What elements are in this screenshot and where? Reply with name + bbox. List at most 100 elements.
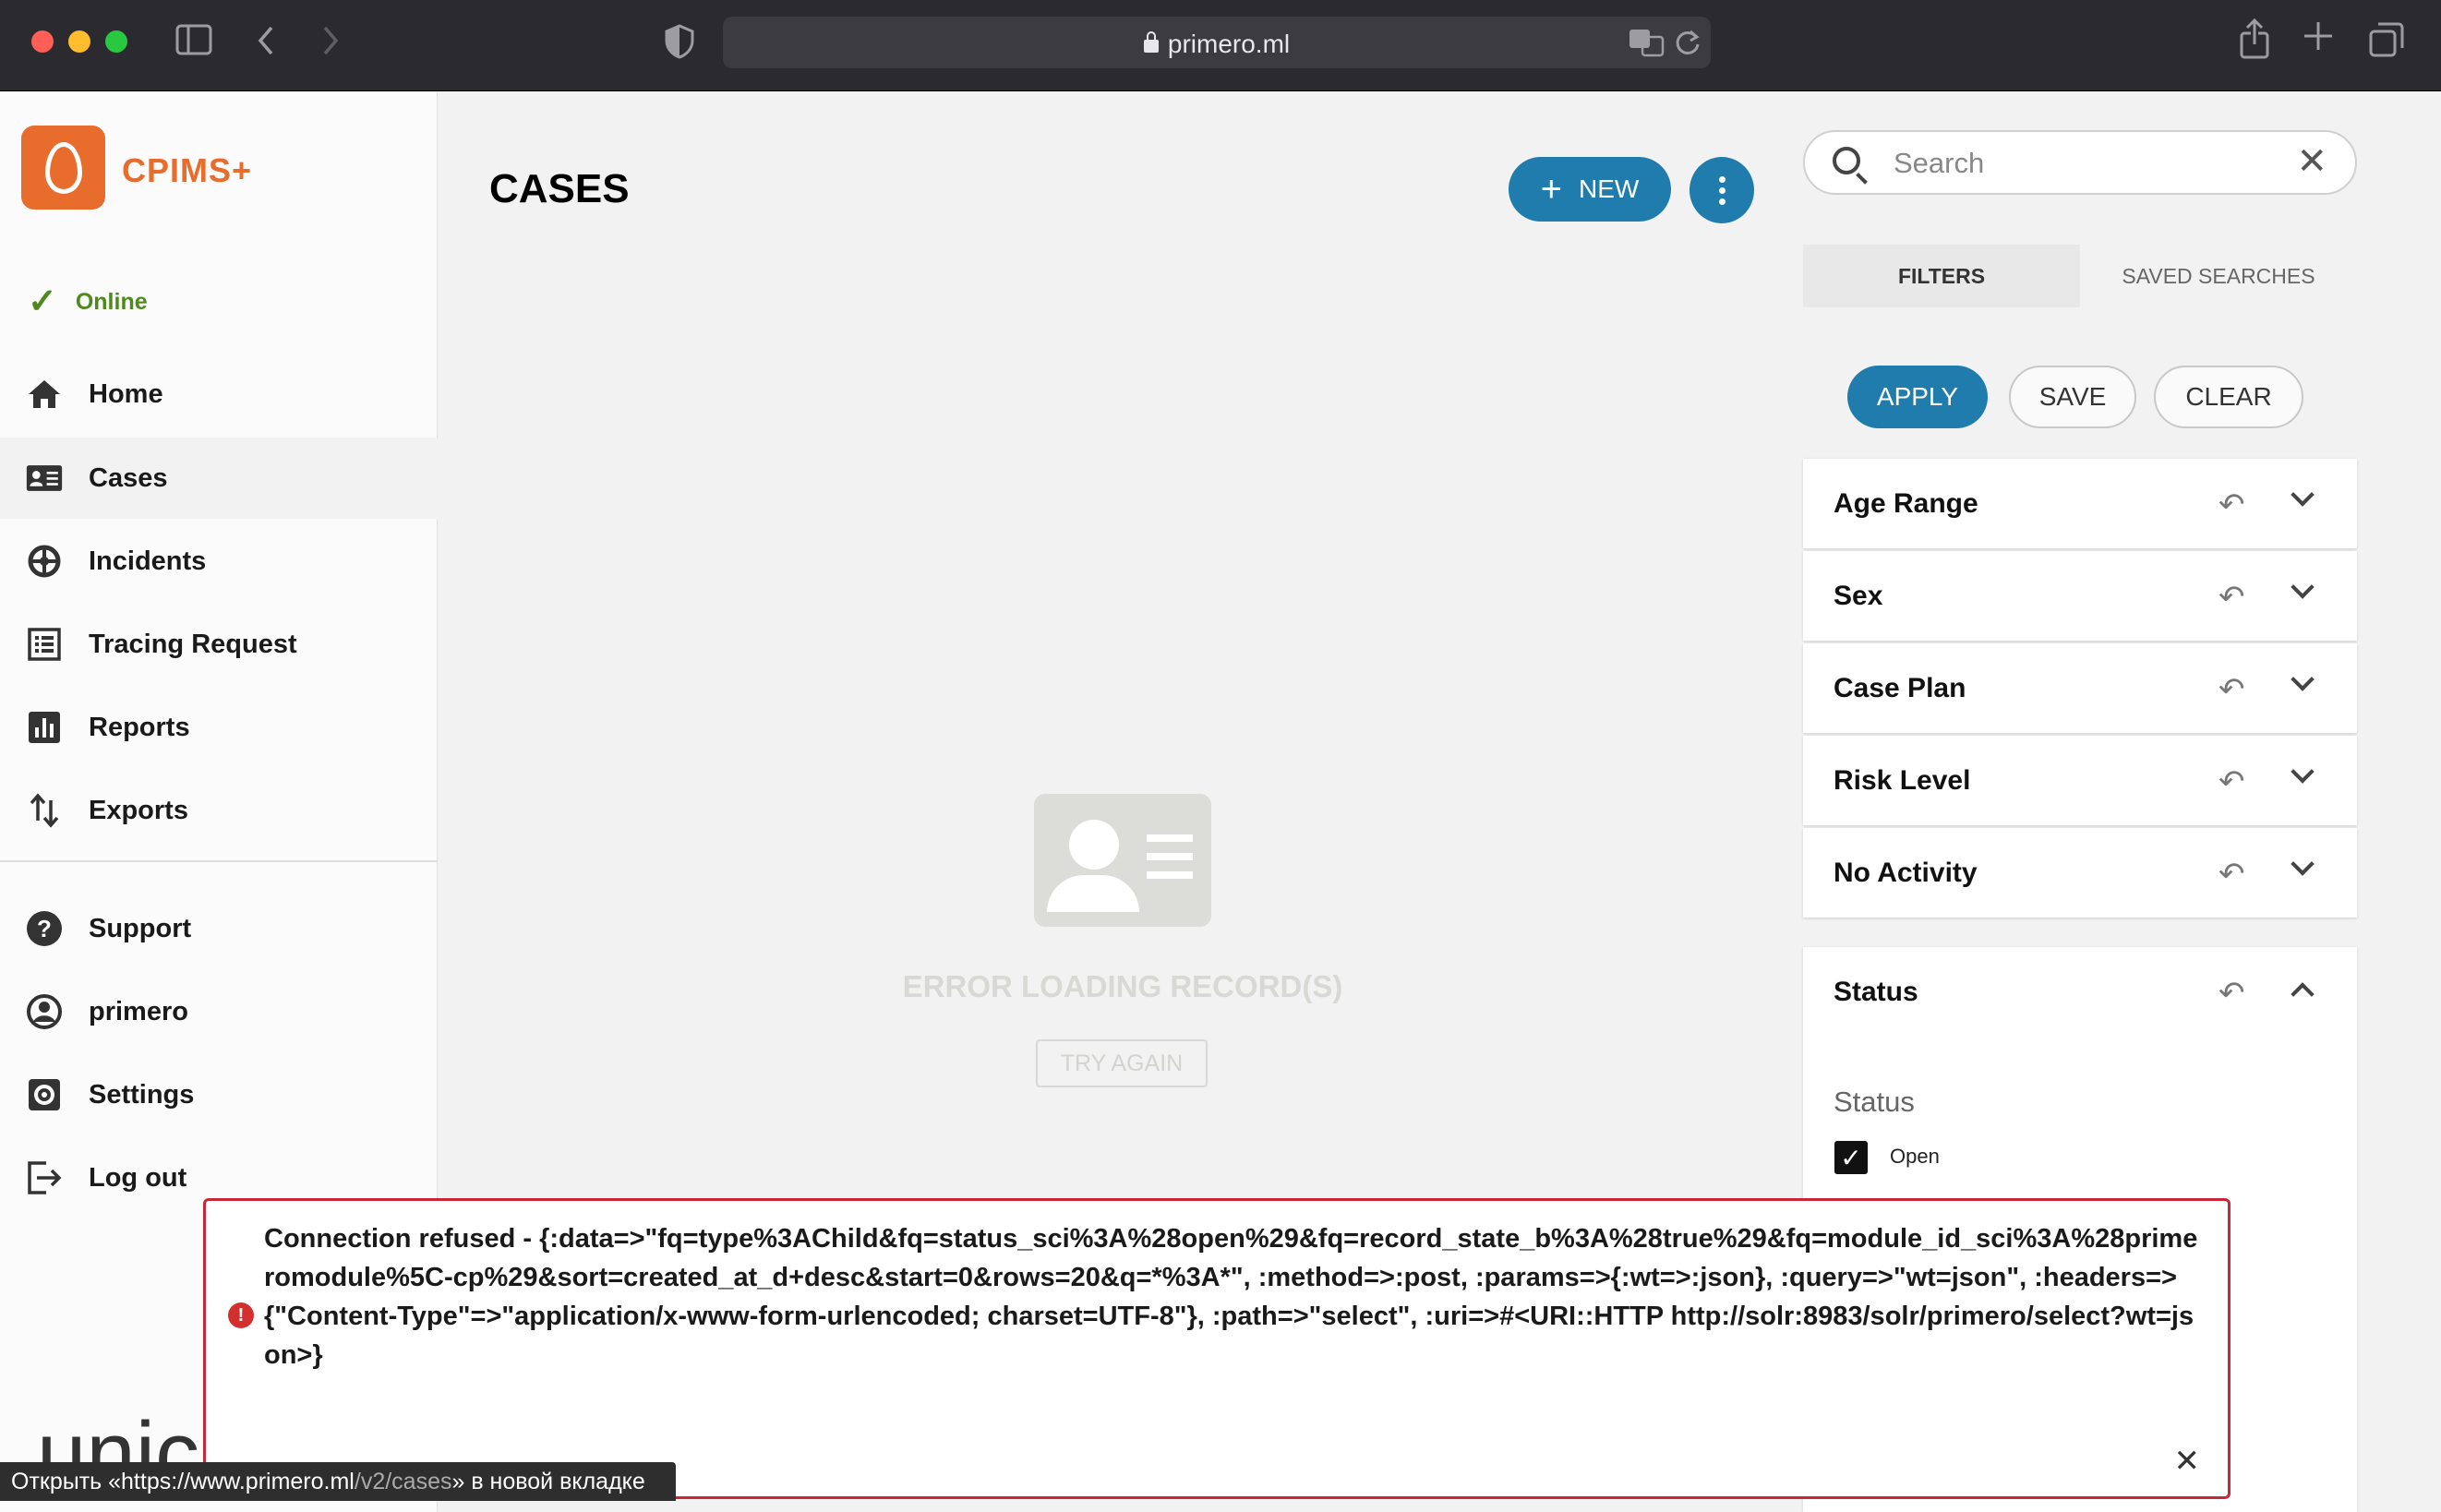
filter-no-activity[interactable]: No Activity ↶ — [1803, 828, 2357, 918]
id-card-placeholder-icon — [1034, 794, 1211, 927]
sidebar-item-cases[interactable]: Cases — [0, 438, 438, 519]
home-icon — [26, 376, 63, 413]
page-title: CASES — [489, 166, 630, 211]
gear-icon — [26, 1076, 63, 1113]
more-actions-button[interactable] — [1689, 157, 1754, 223]
url-text: primero.ml — [1167, 30, 1291, 58]
incidents-icon — [26, 543, 63, 580]
chevron-down-icon[interactable] — [2291, 760, 2315, 784]
sidebar-item-label: Tracing Request — [89, 629, 297, 659]
apply-button[interactable]: APPLY — [1847, 366, 1988, 428]
privacy-shield-icon[interactable] — [665, 24, 694, 66]
status-open-checkbox[interactable]: ✓ — [1834, 1141, 1868, 1174]
sidebar-item-label: Log out — [89, 1162, 187, 1193]
search-icon — [1833, 147, 1860, 174]
tab-saved-searches[interactable]: SAVED SEARCHES — [2080, 245, 2357, 307]
sidebar-item-tracing-request[interactable]: Tracing Request — [0, 604, 438, 685]
zoom-window-button[interactable] — [105, 30, 127, 53]
link-status-bar: Открыть «https://www.primero.ml/v2/cases… — [0, 1462, 676, 1501]
error-icon: ! — [228, 1302, 254, 1328]
chevron-down-icon[interactable] — [2291, 852, 2315, 876]
filter-title: No Activity — [1834, 857, 1978, 888]
new-tab-icon[interactable] — [2303, 20, 2334, 58]
search-box: ✕ — [1803, 130, 2357, 195]
filter-title: Sex — [1834, 580, 1883, 611]
status-subtitle: Status — [1834, 1086, 1915, 1118]
close-icon[interactable]: ✕ — [2174, 1443, 2201, 1480]
reload-icon[interactable] — [1674, 28, 1701, 64]
check-icon: ✓ — [28, 282, 57, 321]
close-icon[interactable]: ✕ — [2296, 143, 2327, 180]
clear-button[interactable]: CLEAR — [2154, 366, 2303, 428]
svg-text:?: ? — [37, 915, 52, 942]
filter-age-range[interactable]: Age Range ↶ — [1803, 459, 2357, 548]
chevron-down-icon[interactable] — [2291, 575, 2315, 599]
logout-icon — [26, 1159, 63, 1196]
search-input[interactable] — [1894, 145, 2244, 182]
online-label: Online — [75, 289, 148, 315]
filter-sex[interactable]: Sex ↶ — [1803, 551, 2357, 641]
sidebar-item-settings[interactable]: Settings — [0, 1054, 438, 1135]
sidebar-item-reports[interactable]: Reports — [0, 687, 438, 768]
online-status: ✓ Online — [28, 277, 148, 321]
chevron-down-icon[interactable] — [2291, 667, 2315, 691]
forward-icon[interactable] — [319, 22, 342, 66]
status-open-label: Open — [1890, 1145, 1940, 1168]
close-window-button[interactable] — [31, 30, 54, 53]
save-button[interactable]: SAVE — [2009, 366, 2136, 428]
status-path: /v2/cases — [354, 1468, 452, 1494]
sidebar-toggle-icon[interactable] — [175, 24, 212, 62]
plus-icon: + — [1540, 168, 1563, 210]
browser-toolbar: primero.ml — [0, 0, 2441, 91]
sidebar-item-exports[interactable]: Exports — [0, 770, 438, 851]
sidebar-item-account[interactable]: primero — [0, 971, 438, 1052]
undo-icon[interactable]: ↶ — [2219, 486, 2245, 523]
status-prefix: Открыть «https://www.primero.ml — [11, 1468, 355, 1494]
filter-status-header[interactable]: Status ↶ — [1803, 947, 2357, 1037]
cpims-logo[interactable] — [21, 126, 105, 210]
address-bar[interactable]: primero.ml — [723, 17, 1711, 68]
sidebar-item-label: primero — [89, 996, 188, 1026]
undo-icon[interactable]: ↶ — [2219, 579, 2245, 616]
tab-filters[interactable]: FILTERS — [1803, 245, 2080, 307]
filter-risk-level[interactable]: Risk Level ↶ — [1803, 736, 2357, 825]
filter-case-plan[interactable]: Case Plan ↶ — [1803, 643, 2357, 733]
new-button-label: NEW — [1579, 174, 1640, 203]
share-icon[interactable] — [2238, 18, 2271, 66]
leaf-icon — [45, 142, 82, 194]
chevron-down-icon[interactable] — [2291, 483, 2315, 507]
sidebar-item-label: Support — [89, 913, 192, 943]
translate-icon[interactable] — [1628, 26, 1665, 63]
undo-icon[interactable]: ↶ — [2219, 856, 2245, 893]
sidebar-item-home[interactable]: Home — [0, 354, 438, 435]
account-icon — [26, 993, 63, 1030]
error-toast: ! Connection refused - {:data=>"fq=type%… — [203, 1198, 2231, 1499]
filter-title: Status — [1834, 976, 1918, 1007]
sidebar-item-label: Reports — [89, 712, 190, 742]
filter-title: Age Range — [1834, 487, 1978, 519]
error-loading-message: ERROR LOADING RECORD(S) — [902, 969, 1343, 1003]
swap-vertical-icon — [26, 792, 63, 829]
filter-title: Case Plan — [1834, 672, 1966, 703]
sidebar-item-incidents[interactable]: Incidents — [0, 521, 438, 602]
try-again-button[interactable]: TRY AGAIN — [1036, 1039, 1208, 1087]
new-case-button[interactable]: + NEW — [1509, 157, 1671, 222]
chevron-up-icon[interactable] — [2291, 982, 2315, 1006]
sidebar-item-label: Cases — [89, 462, 168, 493]
minimize-window-button[interactable] — [68, 30, 90, 53]
divider — [0, 860, 438, 862]
lock-icon — [1143, 31, 1159, 53]
status-suffix: » в новой вкладке — [451, 1468, 645, 1494]
help-icon: ? — [26, 910, 63, 947]
brand-name: CPIMS+ — [122, 151, 253, 189]
sidebar-item-label: Settings — [89, 1079, 195, 1110]
undo-icon[interactable]: ↶ — [2219, 975, 2245, 1012]
back-icon[interactable] — [255, 22, 277, 66]
undo-icon[interactable]: ↶ — [2219, 763, 2245, 800]
tab-overview-icon[interactable] — [2369, 22, 2404, 64]
id-card-icon — [26, 460, 63, 497]
bar-chart-icon — [26, 709, 63, 746]
undo-icon[interactable]: ↶ — [2219, 671, 2245, 708]
error-message: Connection refused - {:data=>"fq=type%3A… — [264, 1224, 2198, 1370]
sidebar-item-support[interactable]: ? Support — [0, 888, 438, 969]
